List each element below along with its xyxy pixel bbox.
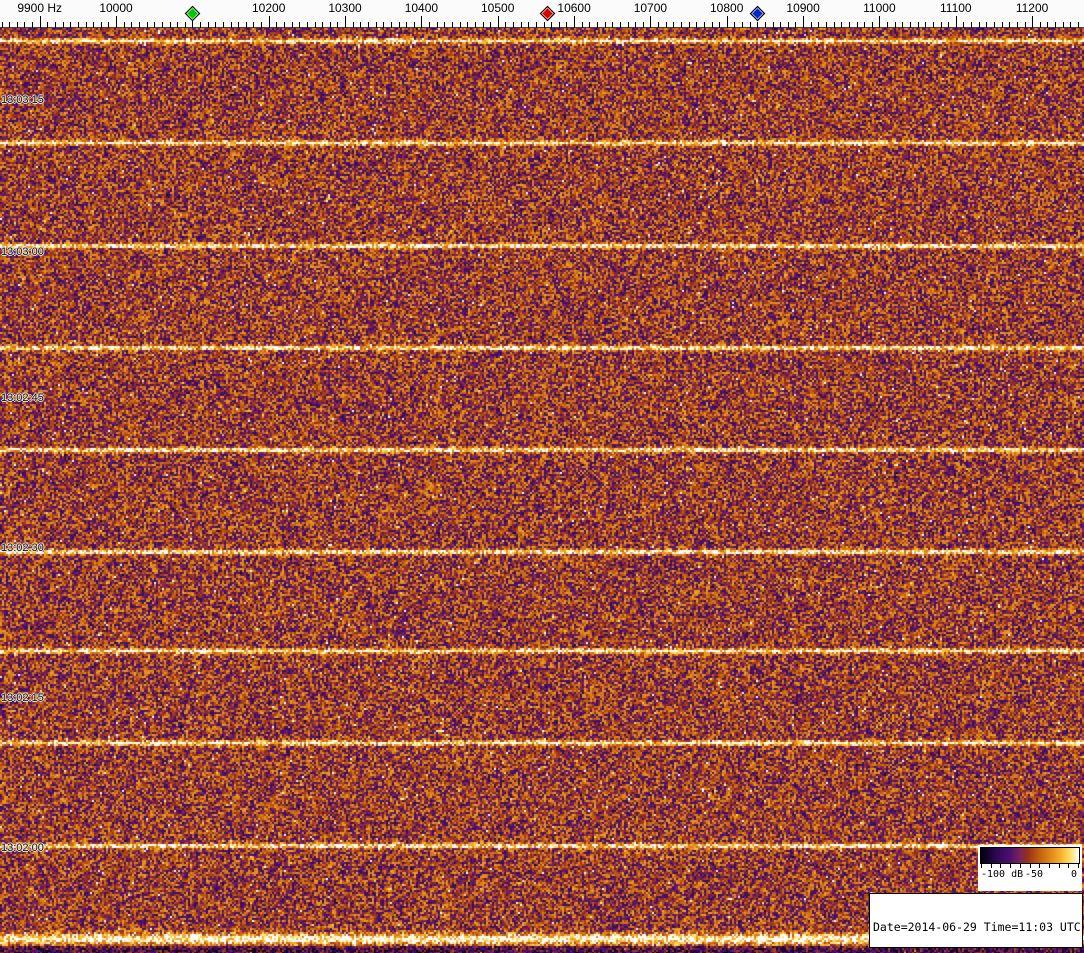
- freq-tick: [574, 16, 576, 28]
- colorbar-label-mid: -50: [1025, 869, 1044, 880]
- colorbar-tick: [1058, 864, 1060, 868]
- freq-label: 10700: [633, 1, 668, 15]
- freq-tick: [116, 16, 117, 28]
- freq-label: 10200: [252, 1, 286, 15]
- colorbar-tick: [1068, 864, 1070, 868]
- freq-label: 11100: [940, 1, 972, 15]
- colorbar-tick: [1078, 864, 1079, 868]
- freq-tick: [268, 16, 270, 28]
- freq-tick: [650, 16, 652, 28]
- freq-tick: [497, 16, 499, 28]
- freq-label: 10400: [404, 1, 439, 15]
- freq-label: 10900: [786, 1, 820, 15]
- colorbar-label-max: 0: [1070, 869, 1077, 880]
- freq-label: 10500: [481, 1, 515, 15]
- colorbar-tick: [1019, 864, 1021, 868]
- freq-label: 11000: [863, 1, 896, 15]
- freq-tick: [1032, 16, 1034, 28]
- green-marker[interactable]: [185, 5, 201, 22]
- spectrogram-canvas[interactable]: [0, 28, 1084, 953]
- colorbar-ticks: [981, 864, 1079, 868]
- colorbar-tick: [1039, 864, 1041, 868]
- freq-tick: [726, 16, 728, 28]
- frequency-ruler[interactable]: 9900 Hz 10000 10200 10300 10400 10500 10600 107…: [0, 0, 1084, 28]
- colorbar: -100 dB -50 0: [978, 845, 1082, 891]
- freq-tick: [39, 16, 41, 28]
- colorbar-tick: [1029, 864, 1031, 868]
- freq-tick: [803, 16, 805, 28]
- freq-tick: [345, 16, 346, 28]
- freq-label: 10800: [710, 1, 744, 15]
- freq-label: 10600: [557, 1, 591, 15]
- info-panel: Date=2014-06-29 Time=11:03 UTC Freq=143 …: [869, 893, 1083, 948]
- colorbar-gradient: [980, 847, 1080, 864]
- colorbar-tick: [981, 864, 982, 868]
- info-line-datetime: Date=2014-06-29 Time=11:03 UTC: [873, 920, 1081, 934]
- colorbar-tick: [1010, 864, 1012, 868]
- freq-label: 11200: [1015, 1, 1049, 15]
- red-marker[interactable]: [540, 5, 556, 22]
- colorbar-tick: [1000, 864, 1002, 868]
- freq-label: 10300: [328, 1, 362, 15]
- freq-label: 9900 Hz: [17, 1, 63, 15]
- freq-label: 10000: [99, 1, 133, 15]
- blue-marker[interactable]: [750, 5, 766, 22]
- colorbar-tick: [990, 864, 992, 868]
- freq-tick: [421, 16, 423, 28]
- colorbar-tick: [1048, 864, 1050, 868]
- freq-tick: [955, 16, 957, 28]
- freq-tick: [879, 16, 881, 28]
- colorbar-label-min: -100 dB: [981, 869, 1024, 880]
- spectrogram-display: 9900 Hz 10000 10200 10300 10400 10500 10600 107…: [0, 0, 1084, 953]
